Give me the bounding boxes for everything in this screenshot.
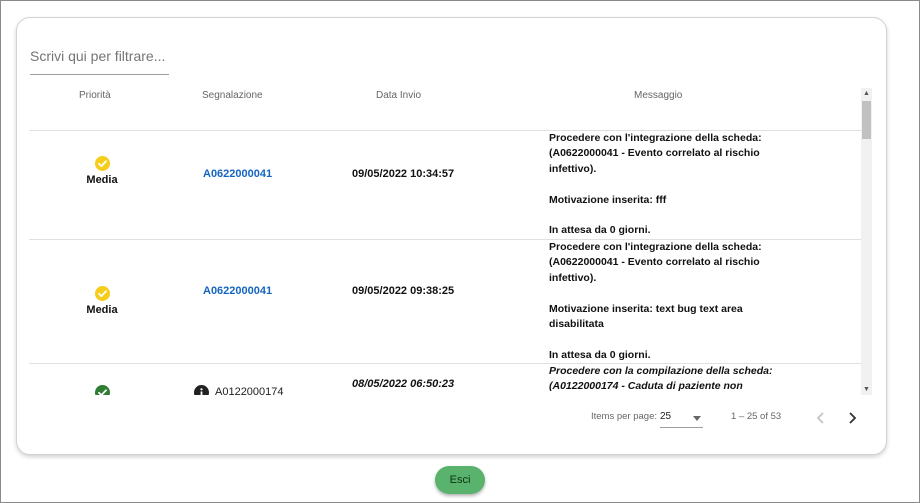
page-range: 1 – 25 of 53 <box>731 411 782 422</box>
check-circle-icon <box>94 385 110 395</box>
notifications-card: Priorità Segnalazione Data Invio Messagg… <box>16 17 887 455</box>
check-circle-icon <box>94 156 110 172</box>
priority-label: Media <box>86 174 118 186</box>
header-priority[interactable]: Priorità <box>79 90 111 101</box>
report-code-link[interactable]: A0622000041 <box>203 168 272 180</box>
next-page-button[interactable] <box>844 410 860 426</box>
table-row[interactable]: Media A0622000041 09/05/2022 09:38:25 Pr… <box>29 240 861 364</box>
filter-field[interactable] <box>30 44 169 75</box>
table-scrollbar[interactable]: ▲ ▼ <box>861 88 872 395</box>
exit-button[interactable]: Esci <box>435 466 485 494</box>
report-code-link[interactable]: A0122000174 <box>215 386 284 395</box>
priority-label: Media <box>86 304 118 316</box>
chevron-left-icon <box>816 412 824 424</box>
send-date: 09/05/2022 09:38:25 <box>352 285 455 297</box>
send-date: 09/05/2022 10:34:57 <box>352 168 455 180</box>
scroll-up-icon[interactable]: ▲ <box>861 88 872 99</box>
priority-cell: Media <box>47 285 157 316</box>
page-size-value: 25 <box>660 411 672 422</box>
message-text: Procedere con l'integrazione della sched… <box>549 241 762 361</box>
header-send-date[interactable]: Data Invio <box>376 90 421 101</box>
message-text: Procedere con la compilazione della sche… <box>549 365 773 393</box>
priority-cell: Media <box>47 155 157 186</box>
table-row[interactable]: A0122000174 08/05/2022 06:50:23 Proceder… <box>29 364 861 395</box>
scroll-down-icon[interactable]: ▼ <box>861 384 872 395</box>
chevron-right-icon <box>849 412 857 424</box>
page-size-select[interactable]: 25 <box>660 411 703 428</box>
previous-page-button[interactable] <box>813 410 829 426</box>
check-circle-icon <box>94 286 110 302</box>
notifications-table: Priorità Segnalazione Data Invio Messagg… <box>29 88 873 395</box>
chevron-down-icon <box>693 416 701 421</box>
header-message[interactable]: Messaggio <box>634 90 682 101</box>
info-icon <box>194 384 209 395</box>
priority-cell <box>47 384 157 395</box>
scrollbar-thumb[interactable] <box>862 101 871 139</box>
header-report[interactable]: Segnalazione <box>202 90 263 101</box>
message-text: Procedere con l'integrazione della sched… <box>549 132 762 237</box>
items-per-page-label: Items per page: <box>591 411 658 422</box>
table-row[interactable]: Media A0622000041 09/05/2022 10:34:57 Pr… <box>29 131 861 240</box>
send-date: 08/05/2022 06:50:23 <box>352 378 455 390</box>
filter-input[interactable] <box>30 44 169 68</box>
table-header: Priorità Segnalazione Data Invio Messagg… <box>29 88 861 131</box>
report-code-link[interactable]: A0622000041 <box>203 285 272 297</box>
